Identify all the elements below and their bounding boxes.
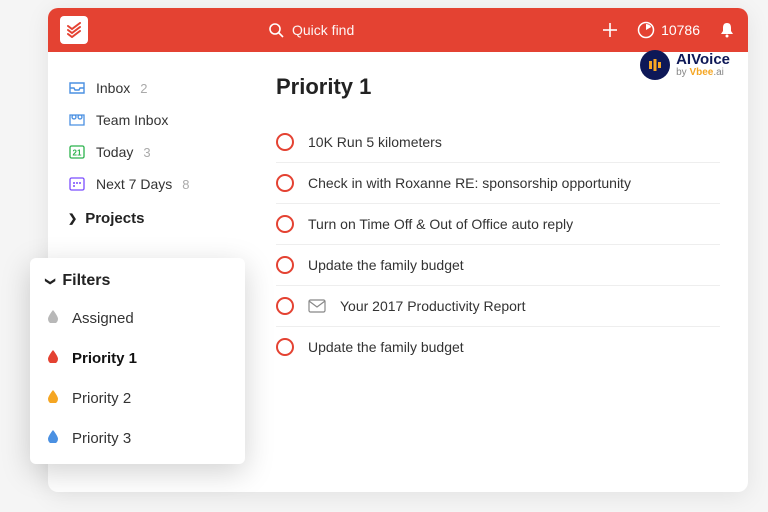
svg-text:21: 21 [73, 149, 82, 158]
topbar: Quick find 10786 [48, 8, 748, 52]
drop-icon [46, 389, 60, 407]
brand-sub: by Vbee.ai [676, 67, 730, 78]
nav-label: Team Inbox [96, 112, 168, 128]
chevron-down-icon: ❯ [45, 277, 56, 285]
sidebar-item-next7[interactable]: Next 7 Days 8 [68, 168, 248, 200]
app-logo-icon [66, 22, 82, 38]
task-title: Update the family budget [308, 257, 464, 273]
filter-label: Priority 2 [72, 390, 131, 407]
task-checkbox[interactable] [276, 174, 294, 192]
search-placeholder: Quick find [292, 22, 354, 38]
inbox-icon [68, 79, 86, 97]
task-checkbox[interactable] [276, 215, 294, 233]
filter-label: Assigned [72, 310, 134, 327]
envelope-icon [308, 299, 326, 313]
task-checkbox[interactable] [276, 133, 294, 151]
task-row[interactable]: Your 2017 Productivity Report [276, 286, 720, 327]
task-row[interactable]: Update the family budget [276, 245, 720, 286]
filters-header[interactable]: ❯ Filters [30, 266, 245, 298]
task-title: Turn on Time Off & Out of Office auto re… [308, 216, 573, 232]
projects-label: Projects [85, 210, 144, 227]
nav-label: Inbox [96, 80, 130, 96]
task-row[interactable]: 10K Run 5 kilometers [276, 122, 720, 163]
nav-count: 3 [143, 145, 150, 160]
today-icon: 21 [68, 143, 86, 161]
nav-label: Today [96, 144, 133, 160]
filters-popup: ❯ Filters Assigned Priority 1 Priority 2 Pr… [30, 258, 245, 464]
filter-label: Priority 1 [72, 350, 137, 367]
main-content: Priority 1 10K Run 5 kilometersCheck in … [248, 52, 748, 492]
task-checkbox[interactable] [276, 297, 294, 315]
nav-label: Next 7 Days [96, 176, 172, 192]
nav-count: 8 [182, 177, 189, 192]
task-row[interactable]: Check in with Roxanne RE: sponsorship op… [276, 163, 720, 204]
task-row[interactable]: Update the family budget [276, 327, 720, 367]
search-box[interactable]: Quick find [268, 22, 354, 38]
brand-icon [640, 50, 670, 80]
sidebar-projects-header[interactable]: ❯ Projects [68, 200, 248, 233]
karma-icon [637, 21, 655, 39]
karma-points[interactable]: 10786 [637, 21, 700, 39]
filters-title: Filters [62, 272, 110, 290]
next7-icon [68, 175, 86, 193]
filter-item-priority-3[interactable]: Priority 3 [30, 418, 245, 458]
task-title: 10K Run 5 kilometers [308, 134, 442, 150]
filter-label: Priority 3 [72, 430, 131, 447]
sidebar-item-inbox[interactable]: Inbox 2 [68, 72, 248, 104]
task-title: Your 2017 Productivity Report [340, 298, 525, 314]
task-checkbox[interactable] [276, 338, 294, 356]
task-checkbox[interactable] [276, 256, 294, 274]
drop-icon [46, 429, 60, 447]
drop-icon [46, 309, 60, 327]
nav-count: 2 [140, 81, 147, 96]
filter-item-priority-2[interactable]: Priority 2 [30, 378, 245, 418]
team-inbox-icon [68, 111, 86, 129]
karma-count: 10786 [661, 22, 700, 38]
task-row[interactable]: Turn on Time Off & Out of Office auto re… [276, 204, 720, 245]
brand-name: AIVoice [676, 52, 730, 67]
search-icon [268, 22, 284, 38]
filter-item-assigned[interactable]: Assigned [30, 298, 245, 338]
menu-button[interactable] [60, 16, 88, 44]
drop-icon [46, 349, 60, 367]
add-icon[interactable] [601, 21, 619, 39]
filter-item-priority-1[interactable]: Priority 1 [30, 338, 245, 378]
brand-overlay: AIVoice by Vbee.ai [640, 50, 730, 80]
task-title: Update the family budget [308, 339, 464, 355]
sidebar-item-today[interactable]: 21 Today 3 [68, 136, 248, 168]
bell-icon[interactable] [718, 21, 736, 39]
task-title: Check in with Roxanne RE: sponsorship op… [308, 175, 631, 191]
sidebar-item-team-inbox[interactable]: Team Inbox [68, 104, 248, 136]
chevron-right-icon: ❯ [68, 212, 77, 225]
